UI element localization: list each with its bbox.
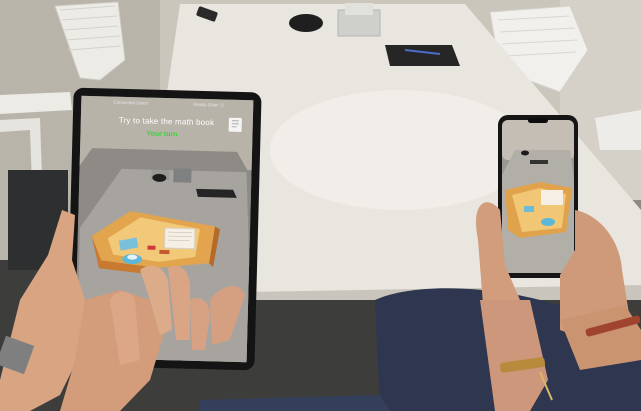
task-prompt: Try to take the math book [118,115,215,128]
round-speaker [289,14,323,32]
status-connected-users: Connected Users [113,99,149,106]
phone-ar-tray[interactable] [505,182,572,238]
status-ready-user: Ready (User 1) [193,101,224,108]
background-photo [0,0,641,411]
phone-notch [528,118,548,123]
notebook [385,45,460,66]
ar-shared-scene-photo: Connected Users Ready (User 1) Try to ta… [0,0,641,411]
table-glare [270,90,530,210]
phone-device [498,115,578,278]
tablet-hud: Connected Users Ready (User 1) Try to ta… [80,96,254,160]
turn-indicator: Your turn [146,130,178,139]
